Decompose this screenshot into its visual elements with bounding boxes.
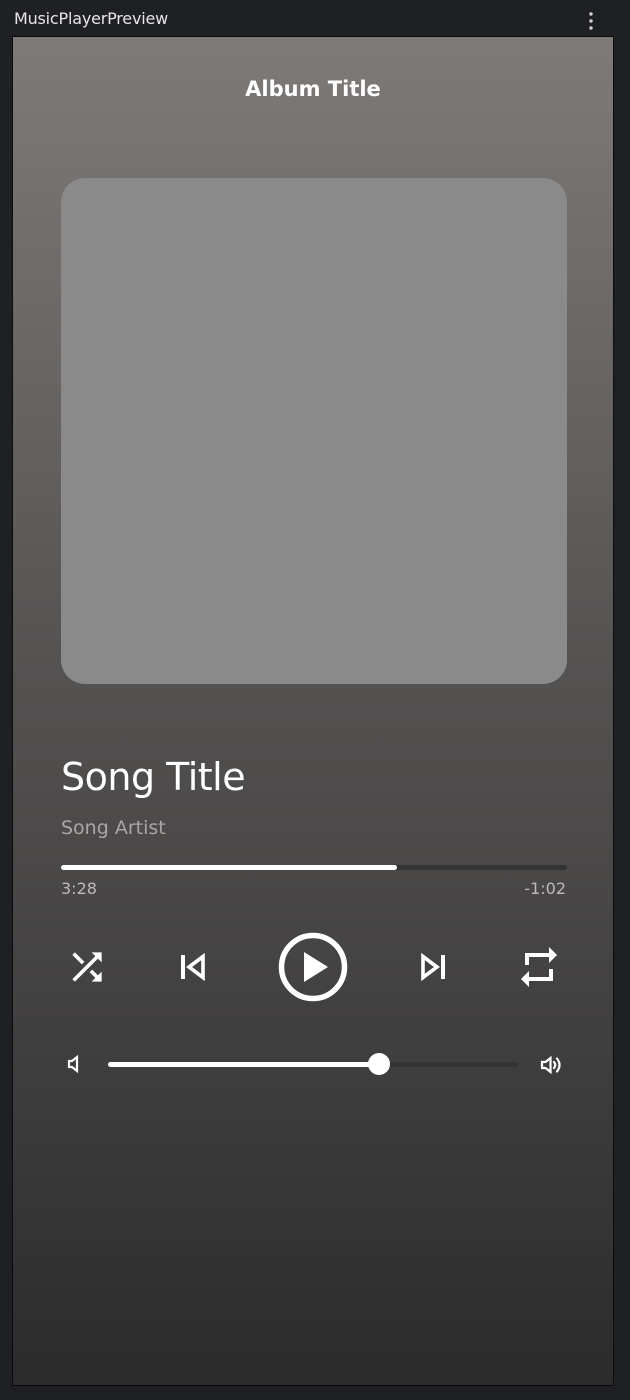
playback-progress-bar[interactable] bbox=[61, 865, 567, 870]
remaining-time: -1:02 bbox=[524, 879, 566, 898]
album-artwork bbox=[61, 178, 567, 684]
volume-thumb[interactable] bbox=[368, 1053, 391, 1075]
album-title: Album Title bbox=[245, 77, 381, 101]
more-options-icon[interactable] bbox=[583, 10, 599, 32]
shuffle-icon[interactable] bbox=[65, 945, 109, 989]
volume-high-icon[interactable] bbox=[539, 1053, 565, 1077]
preview-name: MusicPlayerPreview bbox=[14, 9, 168, 28]
playback-progress-fill bbox=[61, 865, 397, 870]
elapsed-time: 3:28 bbox=[61, 879, 97, 898]
volume-slider[interactable] bbox=[108, 1053, 519, 1075]
song-artist: Song Artist bbox=[61, 817, 166, 839]
music-player-screen: Album Title Song Title Song Artist 3:28 … bbox=[12, 36, 614, 1386]
volume-fill bbox=[108, 1062, 380, 1067]
skip-previous-icon[interactable] bbox=[173, 947, 213, 987]
song-title: Song Title bbox=[61, 755, 246, 799]
skip-next-icon[interactable] bbox=[413, 947, 453, 987]
preview-toolbar: MusicPlayerPreview bbox=[0, 0, 630, 36]
volume-low-icon[interactable] bbox=[65, 1053, 85, 1075]
play-circle-icon[interactable] bbox=[277, 931, 349, 1003]
repeat-icon[interactable] bbox=[515, 943, 563, 991]
